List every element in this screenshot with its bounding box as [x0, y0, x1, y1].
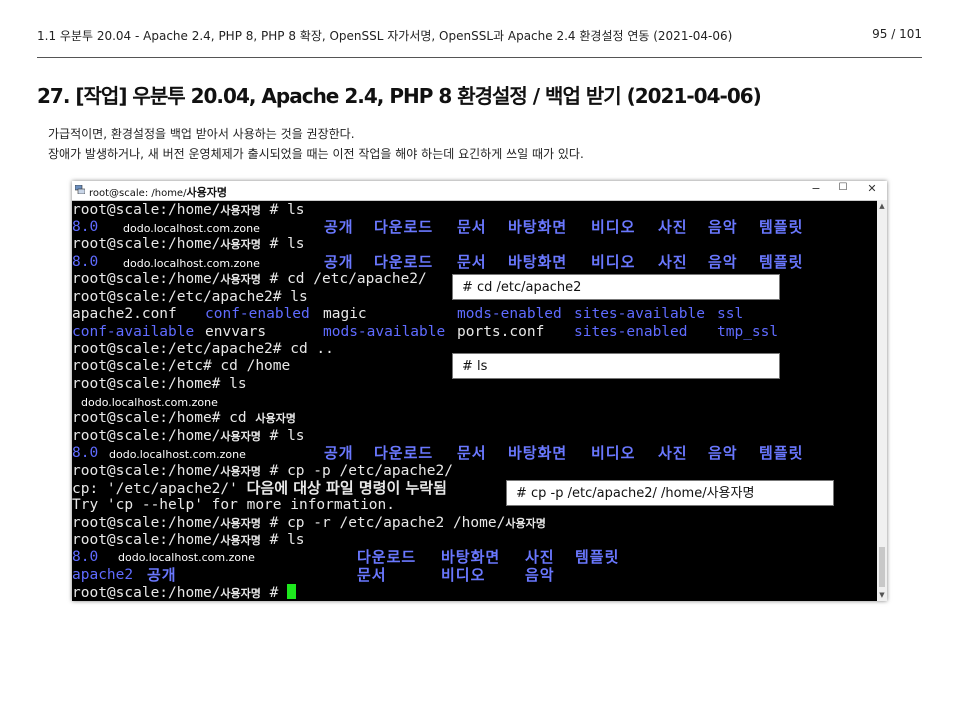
dir-pictures: 사진 [658, 253, 688, 271]
terminal-line: root@scale:/home# ls [72, 376, 247, 392]
page-header: 1.1 우분투 20.04 - Apache 2.4, PHP 8, PHP 8… [37, 27, 922, 58]
terminal-line: root@scale:/home/사용자명 # ls [72, 428, 305, 444]
dir-downloads: 다운로드 [374, 444, 434, 462]
terminal-line: root@scale:/home/사용자명 # ls [72, 532, 305, 548]
file-envvars: envvars [205, 324, 267, 340]
dir-videos: 비디오 [591, 253, 636, 271]
terminal-line: root@scale:/home/사용자명 # cd /etc/apache2/ [72, 271, 427, 287]
dir-desktop: 바탕화면 [508, 444, 568, 462]
description: 가급적이면, 환경설정을 백업 받아서 사용하는 것을 권장한다. 장애가 발생… [48, 124, 584, 164]
terminal-line: 8.0 [72, 254, 99, 270]
dir-ssl: ssl [717, 306, 744, 322]
terminal-line: Try 'cp --help' for more information. [72, 497, 396, 513]
dir-public: 공개 [324, 253, 354, 271]
dir-desktop: 바탕화면 [508, 218, 568, 236]
annotation-cp-p: # cp -p /etc/apache2/ /home/사용자명 [506, 480, 834, 506]
dir-downloads: 다운로드 [374, 253, 434, 271]
terminal-line: root@scale:/home/사용자명 # cp -r /etc/apach… [72, 515, 546, 531]
zone-file: dodo.localhost.com.zone [123, 222, 260, 235]
dir-templates: 템플릿 [759, 218, 804, 236]
dir-tmp-ssl: tmp_ssl [717, 324, 779, 340]
dir-sites-enabled: sites-enabled [574, 324, 688, 340]
annotation-ls: # ls [452, 353, 780, 379]
scroll-up-icon[interactable]: ▲ [877, 202, 887, 210]
dir-mods-available: mods-available [323, 324, 446, 340]
dir-public: 공개 [324, 444, 354, 462]
scroll-thumb[interactable] [879, 547, 885, 587]
dir-downloads: 다운로드 [374, 218, 434, 236]
dir-videos: 비디오 [591, 218, 636, 236]
dir-conf-available: conf-available [72, 324, 195, 340]
dir-videos: 비디오 [591, 444, 636, 462]
terminal-line: root@scale:/home# cd 사용자명 [72, 410, 296, 426]
description-line-1: 가급적이면, 환경설정을 백업 받아서 사용하는 것을 권장한다. [48, 127, 355, 141]
putty-icon [75, 185, 85, 194]
dir-templates: 템플릿 [759, 253, 804, 271]
dir-videos: 비디오 [441, 566, 486, 584]
close-button[interactable]: ✕ [863, 182, 881, 195]
dir-desktop: 바탕화면 [508, 253, 568, 271]
terminal-output[interactable]: root@scale:/home/사용자명 # ls 8.0 dodo.loca… [72, 200, 877, 601]
page-title: 27. [작업] 우분투 20.04, Apache 2.4, PHP 8 환경… [37, 84, 762, 108]
file-magic: magic [323, 306, 367, 322]
dir-public: 공개 [324, 218, 354, 236]
dir-apache2: apache2 [72, 567, 134, 583]
terminal-line: 8.0 [72, 549, 99, 565]
breadcrumb: 1.1 우분투 20.04 - Apache 2.4, PHP 8, PHP 8… [37, 29, 733, 43]
dir-mods-enabled: mods-enabled [457, 306, 562, 322]
dir-music: 음악 [708, 218, 738, 236]
dir-documents: 문서 [457, 253, 487, 271]
terminal-line: root@scale:/etc/apache2# ls [72, 289, 308, 305]
dir-music: 음악 [525, 566, 555, 584]
terminal-line: 8.0 [72, 445, 99, 461]
dir-sites-available: sites-available [574, 306, 705, 322]
zone-file: dodo.localhost.com.zone [118, 551, 255, 564]
file-apache2-conf: apache2.conf [72, 306, 177, 322]
scroll-down-icon[interactable]: ▼ [877, 591, 887, 599]
dir-music: 음악 [708, 253, 738, 271]
dir-desktop: 바탕화면 [441, 548, 501, 566]
terminal-scrollbar[interactable]: ▲ ▼ [877, 200, 887, 601]
zone-file: dodo.localhost.com.zone [81, 396, 218, 409]
zone-file: dodo.localhost.com.zone [123, 257, 260, 270]
terminal-prompt[interactable]: root@scale:/home/사용자명 # [72, 584, 297, 601]
terminal-line: root@scale:/etc# cd /home [72, 358, 291, 374]
dir-downloads: 다운로드 [357, 548, 417, 566]
maximize-button[interactable]: ☐ [834, 182, 852, 193]
dir-documents: 문서 [457, 444, 487, 462]
terminal-line: root@scale:/home/사용자명 # ls [72, 236, 305, 252]
dir-templates: 템플릿 [759, 444, 804, 462]
terminal-line: root@scale:/home/사용자명 # cp -p /etc/apach… [72, 463, 453, 479]
zone-file: dodo.localhost.com.zone [109, 448, 246, 461]
dir-documents: 문서 [357, 566, 387, 584]
terminal-window: root@scale: /home/사용자명 − ☐ ✕ root@scale:… [72, 181, 887, 601]
terminal-cursor [287, 584, 297, 599]
window-titlebar[interactable]: root@scale: /home/사용자명 − ☐ ✕ [72, 181, 887, 201]
dir-pictures: 사진 [525, 548, 555, 566]
description-line-2: 장애가 발생하거나, 새 버전 운영체제가 출시되었을 때는 이전 작업을 해야… [48, 147, 584, 161]
terminal-line: root@scale:/etc/apache2# cd .. [72, 341, 334, 357]
annotation-cd-apache2: # cd /etc/apache2 [452, 274, 780, 300]
dir-documents: 문서 [457, 218, 487, 236]
minimize-button[interactable]: − [807, 182, 825, 195]
dir-conf-enabled: conf-enabled [205, 306, 310, 322]
dir-pictures: 사진 [658, 218, 688, 236]
terminal-line: cp: '/etc/apache2/' 다음에 대상 파일 명령이 누락됨 [72, 479, 447, 498]
window-title: root@scale: /home/사용자명 [89, 186, 227, 199]
dir-pictures: 사진 [658, 444, 688, 462]
dir-templates: 템플릿 [575, 548, 620, 566]
dir-music: 음악 [708, 444, 738, 462]
dir-public: 공개 [147, 566, 177, 584]
terminal-line: root@scale:/home/사용자명 # ls [72, 202, 305, 218]
terminal-line: 8.0 [72, 219, 99, 235]
page-number: 95 / 101 [872, 27, 922, 41]
file-ports-conf: ports.conf [457, 324, 545, 340]
